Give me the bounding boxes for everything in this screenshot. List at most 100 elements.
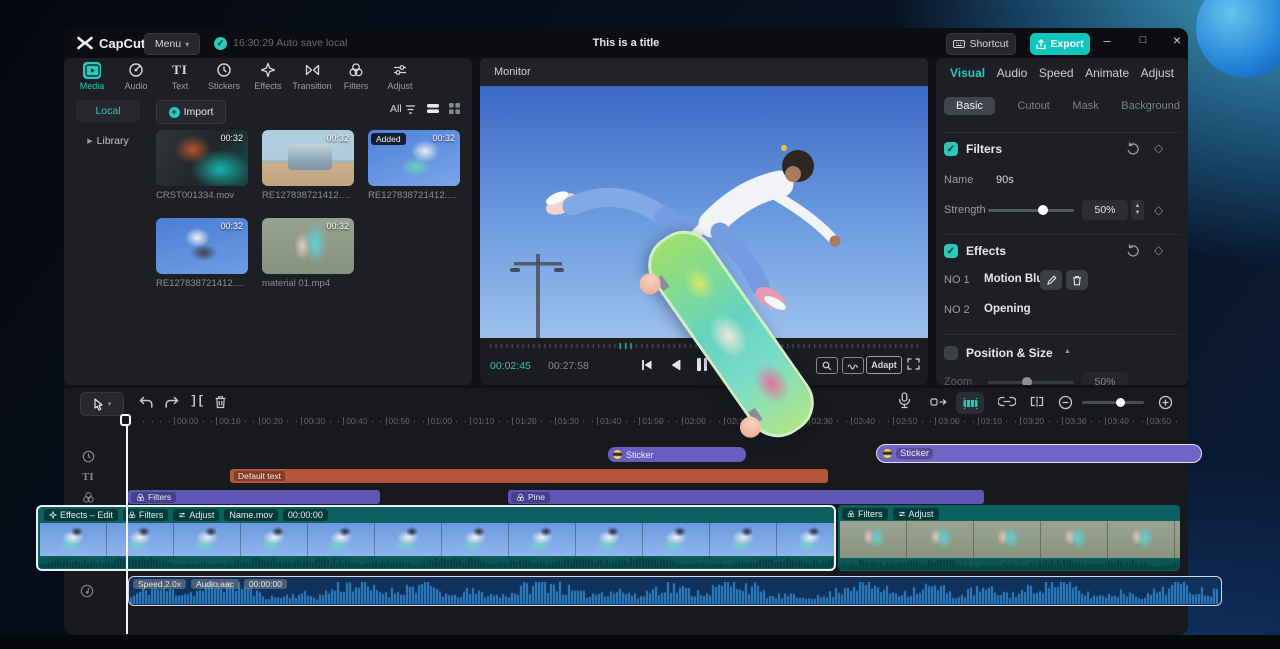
stepper-down-icon[interactable]: ▼ xyxy=(1135,210,1141,217)
subtab-basic[interactable]: Basic xyxy=(944,97,995,115)
record-voiceover-button[interactable] xyxy=(898,392,911,409)
media-item[interactable]: 00:32 xyxy=(156,218,248,274)
tab-text[interactable]: TIText xyxy=(158,60,202,92)
undo-button[interactable] xyxy=(138,395,154,410)
timeline-zoom-in-button[interactable] xyxy=(1158,395,1173,410)
audio-track-icon xyxy=(80,584,94,598)
duration-badge: 00:32 xyxy=(326,133,349,143)
maximize-button[interactable]: □ xyxy=(1134,34,1152,52)
audio-icon xyxy=(128,62,144,79)
properties-tab-speed[interactable]: Speed xyxy=(1039,66,1074,80)
media-item[interactable]: 00:32Added xyxy=(368,130,460,186)
effect-edit-button[interactable] xyxy=(1040,270,1062,290)
media-item[interactable]: 00:32 xyxy=(262,130,354,186)
subtab-background[interactable]: Background xyxy=(1121,100,1180,112)
skip-back-button[interactable] xyxy=(640,358,654,372)
chevron-down-icon: ▾ xyxy=(108,400,112,408)
keyframe-diamond-icon[interactable]: ◇ xyxy=(1154,141,1163,155)
adjust-icon xyxy=(392,62,408,79)
tab-stickers[interactable]: Stickers xyxy=(202,60,246,92)
tab-media[interactable]: Media xyxy=(70,60,114,92)
minimize-button[interactable]: – xyxy=(1098,33,1116,51)
audio-clip-selected[interactable]: Speed 2.0xAudio.aac00:00:00 xyxy=(128,576,1222,606)
brand-name: CapCut xyxy=(99,36,145,51)
strength-slider[interactable] xyxy=(988,209,1074,212)
detach-audio-button[interactable] xyxy=(1028,396,1046,407)
tab-transition[interactable]: Transition xyxy=(290,60,334,92)
duration-badge: 00:32 xyxy=(432,133,455,143)
tab-effects[interactable]: Effects xyxy=(246,60,290,92)
keyframe-diamond-icon[interactable]: ◇ xyxy=(1154,243,1163,257)
film-frame xyxy=(1041,521,1108,558)
redo-button[interactable] xyxy=(164,395,180,410)
timeline-ruler[interactable]: 00:0000:1000:2000:3000:4000:5001:0001:10… xyxy=(64,414,1188,429)
monitor-current-time: 00:02:45 xyxy=(490,360,531,372)
shortcut-button[interactable]: Shortcut xyxy=(946,33,1016,55)
list-view-button[interactable] xyxy=(426,102,440,120)
preview-zoom-button[interactable] xyxy=(816,357,838,374)
export-button[interactable]: Export xyxy=(1030,33,1090,55)
zoom-slider-thumb[interactable] xyxy=(1022,377,1032,385)
position-size-checkbox[interactable]: ✓ xyxy=(944,346,958,360)
pause-button[interactable] xyxy=(697,358,709,371)
subtab-cutout[interactable]: Cutout xyxy=(1017,100,1049,112)
strength-value[interactable]: 50% xyxy=(1082,200,1128,220)
subtab-mask[interactable]: Mask xyxy=(1072,100,1098,112)
reset-icon[interactable] xyxy=(1126,243,1140,257)
tab-adjust[interactable]: Adjust xyxy=(378,60,422,92)
timeline-zoom-out-button[interactable] xyxy=(1058,395,1073,410)
video-clip-selected[interactable]: Effects – EditFiltersAdjustName.mov00:00… xyxy=(36,505,836,571)
fullscreen-button[interactable] xyxy=(906,357,921,371)
adapt-button[interactable]: Adapt xyxy=(866,356,902,374)
filter-clip-label: Filters xyxy=(148,492,171,502)
properties-tab-animate[interactable]: Animate xyxy=(1085,66,1129,80)
import-button[interactable]: + Import xyxy=(156,100,226,124)
cursor-tool-button[interactable]: ▾ xyxy=(80,392,124,416)
overwrite-button[interactable] xyxy=(930,396,948,408)
video-preview[interactable] xyxy=(480,86,928,338)
tab-filters[interactable]: Filters xyxy=(334,60,378,92)
sidebar-item-local[interactable]: Local xyxy=(76,100,140,122)
auto-ripple-button[interactable] xyxy=(956,392,984,414)
strength-stepper[interactable]: ▲▼ xyxy=(1131,200,1144,220)
video-clip[interactable]: FiltersAdjust xyxy=(838,505,1180,571)
media-item[interactable]: 00:32 xyxy=(156,130,248,186)
step-back-button[interactable] xyxy=(668,358,682,372)
delete-button[interactable] xyxy=(214,395,227,409)
sidebar-item-library[interactable]: ▶ Library xyxy=(76,130,140,152)
timeline-zoom-slider[interactable] xyxy=(1082,401,1144,404)
media-item[interactable]: 00:32 xyxy=(262,218,354,274)
grid-view-button[interactable] xyxy=(448,102,461,120)
stepper-up-icon[interactable]: ▲ xyxy=(1135,203,1141,210)
cursor-icon xyxy=(93,398,104,411)
menu-button[interactable]: Menu ▾ xyxy=(144,33,200,55)
export-icon xyxy=(1036,39,1046,50)
zoom-value[interactable]: 50% xyxy=(1082,372,1128,385)
filters-checkbox[interactable]: ✓ xyxy=(944,142,958,156)
collapse-arrow-icon[interactable]: ▲ xyxy=(1064,348,1071,355)
split-button[interactable]: ][ xyxy=(190,394,204,408)
sticker-clip[interactable]: Sticker xyxy=(608,447,746,462)
effects-checkbox[interactable]: ✓ xyxy=(944,244,958,258)
text-clip[interactable]: Default text xyxy=(230,469,828,483)
link-clips-button[interactable] xyxy=(998,396,1016,407)
timeline-zoom-slider-thumb[interactable] xyxy=(1116,398,1125,407)
sticker-clip-selected[interactable]: Sticker xyxy=(876,444,1202,463)
effect-delete-button[interactable] xyxy=(1066,270,1088,290)
reset-icon[interactable] xyxy=(1126,141,1140,155)
keyframe-diamond-icon[interactable]: ◇ xyxy=(1154,203,1163,217)
close-button[interactable]: × xyxy=(1168,32,1186,50)
monitor-scrub-strip[interactable] xyxy=(488,341,920,351)
properties-tab-audio[interactable]: Audio xyxy=(997,66,1028,80)
tab-audio[interactable]: Audio xyxy=(114,60,158,92)
export-label: Export xyxy=(1050,38,1083,50)
media-filter-all[interactable]: All xyxy=(390,103,416,115)
preview-quality-button[interactable] xyxy=(842,357,864,374)
filter-clip[interactable]: Filters xyxy=(128,490,380,504)
adjust-clip[interactable]: Pine xyxy=(508,490,984,504)
playhead-handle[interactable] xyxy=(120,414,131,426)
strength-slider-thumb[interactable] xyxy=(1038,205,1048,215)
properties-tab-visual[interactable]: Visual xyxy=(950,66,985,80)
playhead-line[interactable] xyxy=(126,414,128,634)
properties-tab-adjust[interactable]: Adjust xyxy=(1141,66,1174,80)
